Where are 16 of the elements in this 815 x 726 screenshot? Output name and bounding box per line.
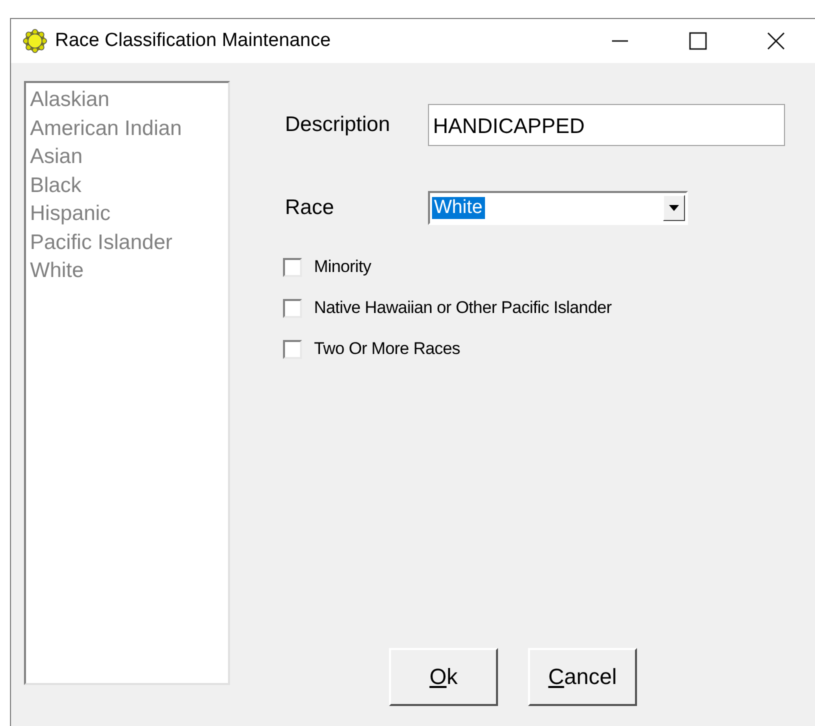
checkbox-label: Minority: [314, 257, 372, 277]
checkbox[interactable]: [283, 340, 302, 358]
checkbox-label: Native Hawaiian or Other Pacific Islander: [314, 298, 612, 318]
field-label: Description: [285, 113, 392, 137]
gear-icon: [23, 29, 47, 53]
window-title: Race Classification Maintenance: [55, 30, 331, 52]
maximize-icon[interactable]: [688, 31, 708, 51]
checkbox[interactable]: [283, 298, 302, 318]
checkbox[interactable]: [283, 258, 302, 276]
race-dropdown[interactable]: White: [428, 191, 688, 225]
description-field[interactable]: HANDICAPPED: [428, 104, 785, 146]
checkbox-label: Two Or More Races: [314, 339, 460, 359]
cancel-button[interactable]: Cancel: [528, 648, 637, 706]
ok-button[interactable]: Ok: [389, 648, 498, 706]
field-label: Race: [285, 196, 336, 220]
close-icon[interactable]: [766, 31, 786, 51]
